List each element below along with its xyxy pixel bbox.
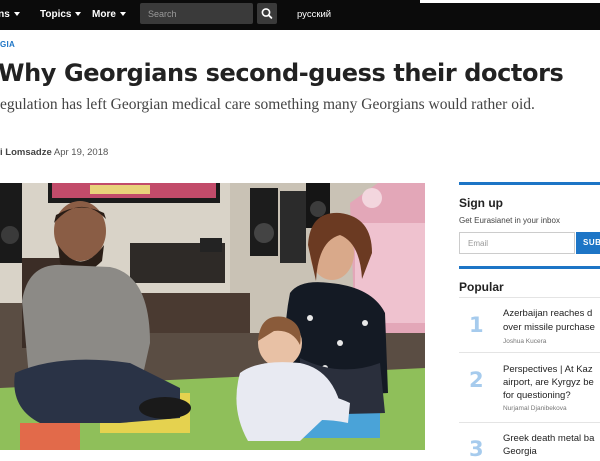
popular-title-line[interactable]: Georgia	[503, 446, 537, 458]
search-input[interactable]	[140, 3, 253, 24]
popular-title-line[interactable]: airport, are Kyrgyz be	[503, 377, 594, 389]
sidebar-divider	[459, 266, 600, 269]
page-title: Why Georgians second-guess their doctors	[0, 59, 564, 87]
byline: i Lomsadze Apr 19, 2018	[0, 147, 108, 158]
article-deck: egulation has left Georgian medical care…	[0, 96, 535, 113]
nav-item-label: Topics	[40, 9, 72, 20]
author-link[interactable]: i Lomsadze	[0, 147, 52, 158]
list-separator	[459, 297, 600, 298]
popular-title-line[interactable]: over missile purchase	[503, 322, 595, 334]
signup-description: Get Eurasianet in your inbox	[459, 216, 560, 225]
chevron-down-icon	[119, 12, 126, 17]
popular-heading: Popular	[459, 280, 504, 294]
sidebar-divider	[459, 182, 600, 185]
popular-title-line[interactable]: Perspectives | At Kaz	[503, 364, 593, 376]
email-field[interactable]	[459, 232, 575, 254]
search-button[interactable]	[257, 3, 277, 24]
category-label[interactable]: GIA	[0, 40, 15, 49]
popular-rank: 2	[469, 368, 484, 392]
language-link[interactable]: русский	[297, 0, 331, 30]
nav-item-label: ons	[0, 9, 10, 20]
popular-title-line[interactable]: Greek death metal ba	[503, 433, 594, 445]
chevron-down-icon	[75, 12, 82, 17]
search-icon	[261, 8, 273, 19]
list-separator	[459, 352, 600, 353]
popular-author[interactable]: Nurjamal Djanibekova	[503, 405, 567, 412]
subscribe-button[interactable]: SUBSCRIBE	[576, 232, 600, 254]
publish-date: Apr 19, 2018	[53, 147, 109, 158]
popular-rank: 3	[469, 437, 484, 461]
popular-rank: 1	[469, 313, 484, 337]
popular-title-line[interactable]: Azerbaijan reaches d	[503, 308, 592, 320]
popular-title-line[interactable]: for questioning?	[503, 390, 571, 402]
nav-item-topics[interactable]: Topics	[40, 0, 82, 30]
list-separator	[459, 422, 600, 423]
nav-item-more[interactable]: More	[92, 0, 126, 30]
popular-author[interactable]: Joshua Kucera	[503, 338, 546, 345]
nav-item-label: More	[92, 9, 116, 20]
nav-item-sections[interactable]: ons	[0, 0, 20, 30]
header-strip	[420, 0, 600, 3]
signup-heading: Sign up	[459, 196, 503, 210]
article-hero-image	[0, 183, 425, 450]
chevron-down-icon	[13, 12, 20, 17]
top-nav: ons Topics More русский	[0, 0, 600, 30]
